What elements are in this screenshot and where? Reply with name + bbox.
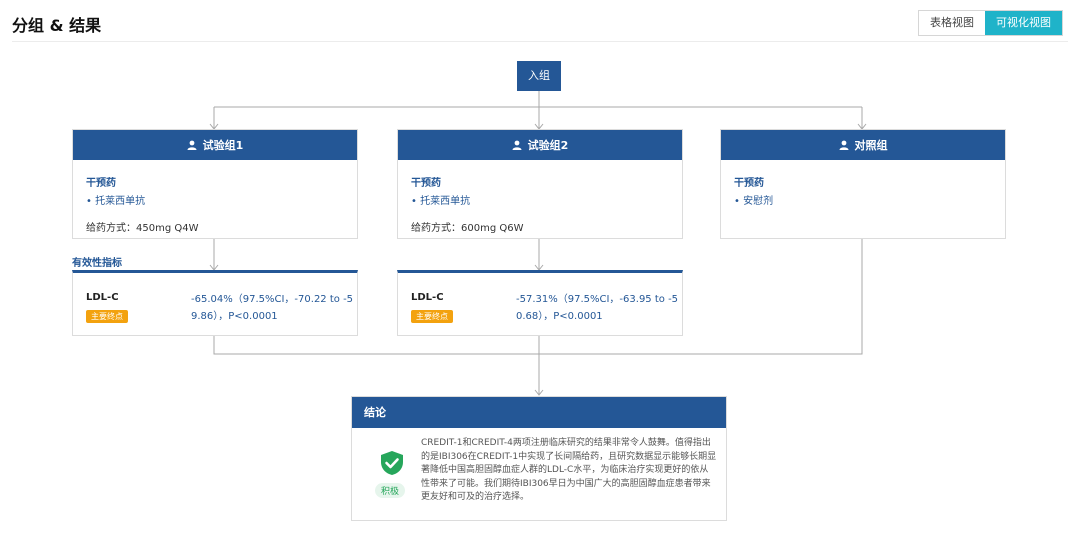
group-card-2: 试验组2 干预药 • 托莱西单抗 给药方式：600mg Q6W: [397, 129, 683, 239]
user-icon: [839, 140, 848, 150]
intervention-label: 干预药: [734, 178, 764, 189]
indicator-name: LDL-C: [411, 292, 444, 303]
group-card-1: 试验组1 干预药 • 托莱西单抗 给药方式：450mg Q4W: [72, 129, 358, 239]
shield-check-icon: [381, 451, 403, 475]
conclusion-title: 结论: [352, 397, 726, 428]
group-name: 试验组2: [527, 139, 569, 152]
drug-name: • 安慰剂: [734, 196, 774, 207]
indicator-value: -65.04%（97.5%CI，-70.22 to -59.86），P<0.00…: [191, 294, 354, 322]
drug-name: • 托莱西单抗: [411, 196, 471, 207]
intervention-label: 干预药: [86, 178, 116, 189]
efficacy-title: 有效性指标: [72, 258, 122, 269]
primary-endpoint-badge: 主要终点: [86, 310, 128, 323]
group-name: 试验组1: [202, 139, 244, 152]
efficacy-card-1: LDL-C 主要终点 -65.04%（97.5%CI，-70.22 to -59…: [72, 270, 358, 336]
indicator-value: -57.31%（97.5%CI，-63.95 to -50.68），P<0.00…: [516, 294, 679, 322]
entry-node: 入组: [517, 61, 561, 91]
intervention-label: 干预药: [411, 178, 441, 189]
indicator-name: LDL-C: [86, 292, 119, 303]
group-name: 对照组: [854, 139, 888, 152]
user-icon: [512, 140, 522, 150]
conclusion-text: CREDIT-1和CREDIT-4两项注册临床研究的结果非常令人鼓舞。值得指出的…: [421, 438, 717, 502]
dosing: 给药方式：600mg Q6W: [411, 223, 524, 234]
conclusion-card: 结论 积极 CREDIT-1和CREDIT-4两项注册临床研究的结果非常令人鼓舞…: [351, 396, 727, 521]
efficacy-card-2: LDL-C 主要终点 -57.31%（97.5%CI，-63.95 to -50…: [397, 270, 683, 336]
positive-badge: 积极: [375, 483, 406, 498]
group-card-control: 对照组 干预药 • 安慰剂: [720, 129, 1006, 239]
drug-name: • 托莱西单抗: [86, 196, 146, 207]
user-icon: [187, 140, 197, 150]
dosing: 给药方式：450mg Q4W: [86, 223, 199, 234]
primary-endpoint-badge: 主要终点: [411, 310, 453, 323]
